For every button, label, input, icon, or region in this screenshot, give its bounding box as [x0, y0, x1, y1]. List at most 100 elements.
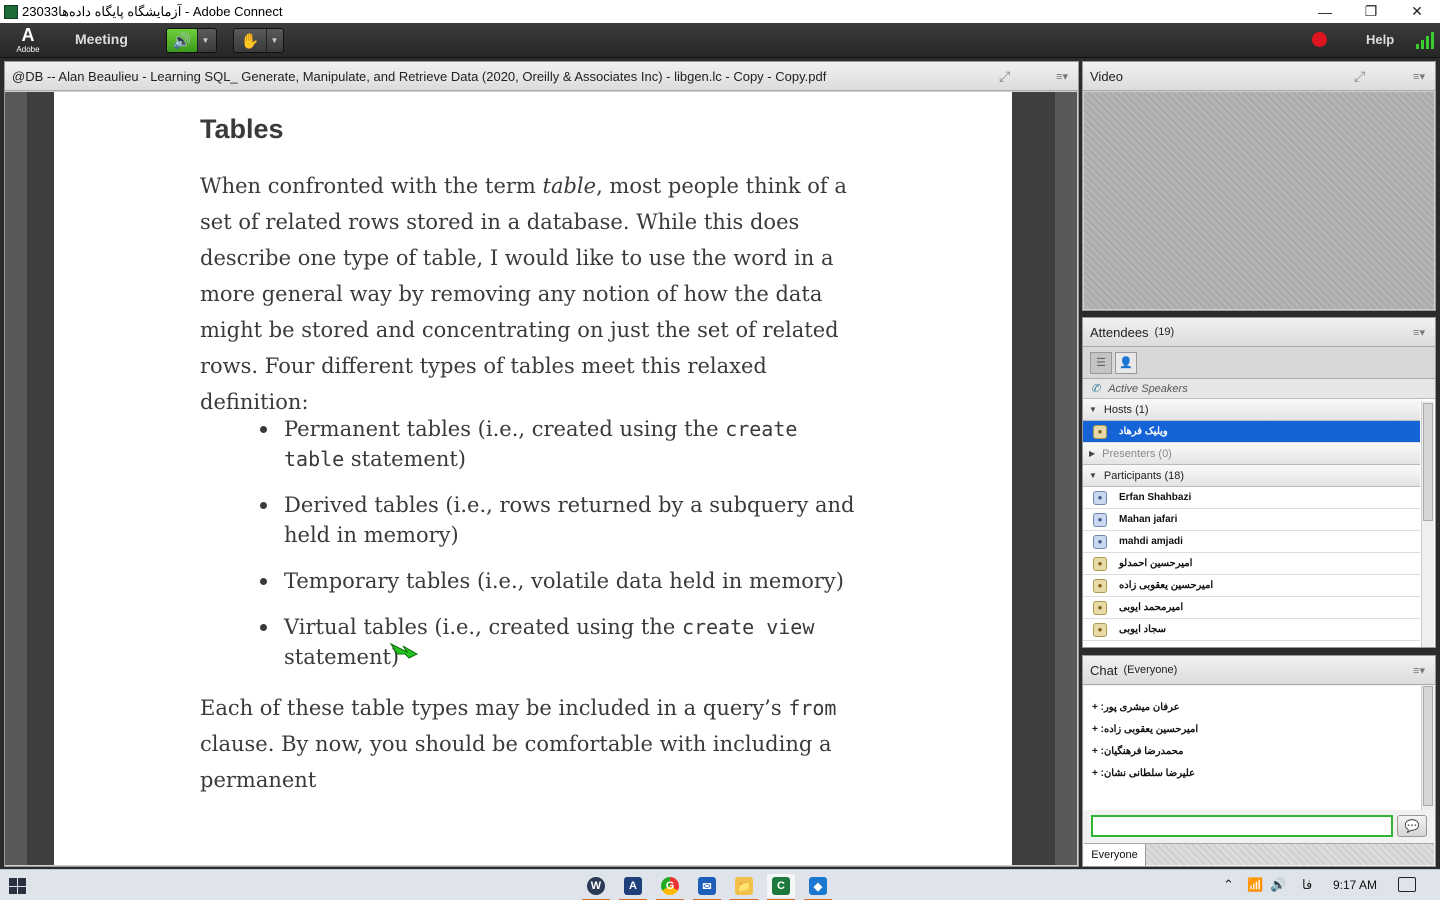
folder-icon[interactable]: 📁 [730, 874, 758, 900]
participant-avatar-icon: ● [1093, 556, 1107, 571]
scroll-thumb[interactable] [1423, 686, 1433, 806]
chat-title: Chat [1090, 662, 1118, 678]
windows-taskbar: W A G ✉ 📁 C ◆ ⌃ 📶 🔊 فا 9:17 AM [0, 869, 1440, 900]
chrome-icon[interactable]: G [656, 874, 684, 900]
bullet-item: Virtual tables (i.e., created using the … [260, 612, 864, 672]
help-menu[interactable]: Help [1366, 32, 1394, 47]
participant-avatar-icon: ● [1093, 600, 1107, 615]
chat-message: + :امیرحسین یعقوبی زاده [1092, 724, 1199, 735]
participant-avatar-icon: ● [1093, 512, 1107, 527]
status-view-icon[interactable]: 👤 [1115, 351, 1137, 374]
attendee-row[interactable]: ● امیرحسین یعقوبی زاده [1083, 575, 1420, 597]
bullet-item: Derived tables (i.e., rows returned by a… [260, 490, 864, 550]
attendee-row[interactable]: ● امیرحسین احمدلو [1083, 553, 1420, 575]
pod-menu-icon[interactable]: ≡▾ [1413, 664, 1425, 677]
attendees-title: Attendees [1090, 324, 1149, 340]
attendees-count: (19) [1154, 326, 1175, 338]
participant-avatar-icon: ● [1093, 578, 1107, 593]
scroll-thumb[interactable] [1423, 403, 1433, 521]
share-pod-header: @DB -- Alan Beaulieu - Learning SQL_ Gen… [5, 62, 1078, 91]
pod-menu-icon[interactable]: ≡▾ [1056, 70, 1068, 83]
attendee-row[interactable]: ● ویلیک فرهاد [1083, 421, 1420, 443]
connection-signal-icon [1416, 31, 1436, 49]
video-pod: Video ⤢ ≡▾ [1082, 61, 1436, 311]
attendee-row[interactable]: ● Mahan jafari [1083, 509, 1420, 531]
app-icon [4, 4, 18, 19]
adobe-logo: A Adobe [10, 25, 46, 55]
minimize-button[interactable]: — [1302, 0, 1348, 23]
send-icon[interactable]: 💬 [1397, 815, 1427, 837]
window-title: آزمایشگاه پایگاه داده‌ها23033 - Adobe Co… [22, 3, 283, 19]
chat-message: + :محمدرضا فرهنگیان [1092, 746, 1184, 757]
hosts-group[interactable]: ▼ Hosts (1) [1083, 399, 1420, 421]
participant-avatar-icon: ● [1093, 622, 1107, 637]
chat-tab-everyone[interactable]: Everyone [1084, 844, 1146, 866]
chevron-down-icon: ▼ [1089, 471, 1097, 480]
fullscreen-icon[interactable]: ⤢ [1354, 68, 1365, 85]
phone-icon: ✆ [1091, 383, 1101, 395]
chat-messages: + :عرفان میشری پور + :امیرحسین یعقوبی زا… [1084, 686, 1421, 810]
taskbar-clock[interactable]: 9:17 AM [1333, 878, 1377, 892]
bullet-item: Temporary tables (i.e., volatile data he… [260, 566, 864, 596]
meeting-menu[interactable]: Meeting [75, 31, 128, 47]
connect-app-icon[interactable]: C [767, 874, 795, 900]
raise-hand-button[interactable]: ✋ ▼ [233, 28, 284, 53]
chat-input[interactable] [1091, 815, 1393, 837]
document-viewer[interactable]: Tables When confronted with the term tab… [5, 92, 1077, 865]
attendees-pod-header: Attendees (19) ≡▾ [1083, 318, 1435, 347]
adobe-logo-icon: A [21, 25, 35, 45]
attendee-row[interactable]: ● mahdi amjadi [1083, 531, 1420, 553]
taskbar-app-icon[interactable]: A [619, 874, 647, 900]
volume-icon[interactable]: 🔊 [1270, 877, 1286, 893]
attendee-row[interactable]: ● Erfan Shahbazi [1083, 487, 1420, 509]
chevron-right-icon: ▶ [1089, 449, 1096, 458]
chevron-down-icon[interactable]: ▼ [197, 29, 213, 52]
active-speakers-row: ✆ Active Speakers [1083, 379, 1435, 399]
bullet-item: Permanent tables (i.e., created using th… [260, 414, 864, 474]
chat-scope: (Everyone) [1123, 664, 1178, 676]
mail-icon[interactable]: ✉ [693, 874, 721, 900]
adobe-label: Adobe [16, 45, 40, 54]
chevron-down-icon: ▼ [1089, 405, 1097, 414]
participants-group[interactable]: ▼ Participants (18) [1083, 465, 1420, 487]
fullscreen-icon[interactable]: ⤢ [999, 68, 1010, 85]
notification-icon[interactable] [1398, 877, 1416, 892]
speaker-icon: 🔊 [167, 29, 197, 52]
chat-tabs: Everyone [1084, 843, 1434, 866]
pod-menu-icon[interactable]: ≡▾ [1413, 70, 1425, 83]
recording-icon[interactable] [1312, 32, 1327, 47]
intro-paragraph: When confronted with the term table, mos… [200, 174, 847, 414]
chat-pod: Chat (Everyone) ≡▾ + :عرفان میشری پور + … [1082, 655, 1436, 867]
window-titlebar: آزمایشگاه پایگاه داده‌ها23033 - Adobe Co… [0, 0, 1440, 23]
raise-hand-icon: ✋ [240, 32, 260, 50]
attendee-row[interactable]: ● سجاد ایوبی [1083, 619, 1420, 641]
taskbar-app-icon[interactable]: W [582, 874, 610, 900]
chat-message: + :عرفان میشری پور [1092, 702, 1180, 713]
presenters-group[interactable]: ▶ Presenters (0) [1083, 443, 1420, 465]
connect-menubar: A Adobe Meeting 🔊 ▼ ✋ ▼ Help [0, 23, 1440, 58]
windows-start-icon[interactable] [9, 878, 26, 894]
participant-avatar-icon: ● [1093, 490, 1107, 505]
chat-scrollbar[interactable] [1421, 686, 1434, 810]
vscode-icon[interactable]: ◆ [804, 874, 832, 900]
attendee-view-toolbar: ☰ 👤 [1083, 347, 1435, 379]
list-view-icon[interactable]: ☰ [1090, 351, 1112, 374]
language-indicator[interactable]: فا [1302, 877, 1312, 893]
viewer-margin-left [5, 92, 27, 865]
attendee-row[interactable]: ● امیرمحمد ایوبی [1083, 597, 1420, 619]
presenter-pointer-icon [389, 642, 419, 659]
chevron-down-icon[interactable]: ▼ [266, 29, 282, 52]
participant-avatar-icon: ● [1093, 534, 1107, 549]
share-pod-title: @DB -- Alan Beaulieu - Learning SQL_ Gen… [12, 68, 827, 84]
chat-message: + :علیرضا سلطانی نشان [1092, 768, 1196, 779]
speaker-button[interactable]: 🔊 ▼ [166, 28, 217, 53]
viewer-margin-right [1055, 92, 1077, 865]
close-button[interactable]: ✕ [1394, 0, 1440, 23]
attendees-scrollbar[interactable] [1421, 401, 1434, 647]
chevron-up-icon[interactable]: ⌃ [1223, 877, 1234, 893]
host-avatar-icon: ● [1093, 424, 1107, 439]
wifi-icon[interactable]: 📶 [1247, 877, 1263, 893]
restore-button[interactable]: ❐ [1348, 0, 1394, 23]
video-area [1084, 92, 1434, 309]
pod-menu-icon[interactable]: ≡▾ [1413, 326, 1425, 339]
